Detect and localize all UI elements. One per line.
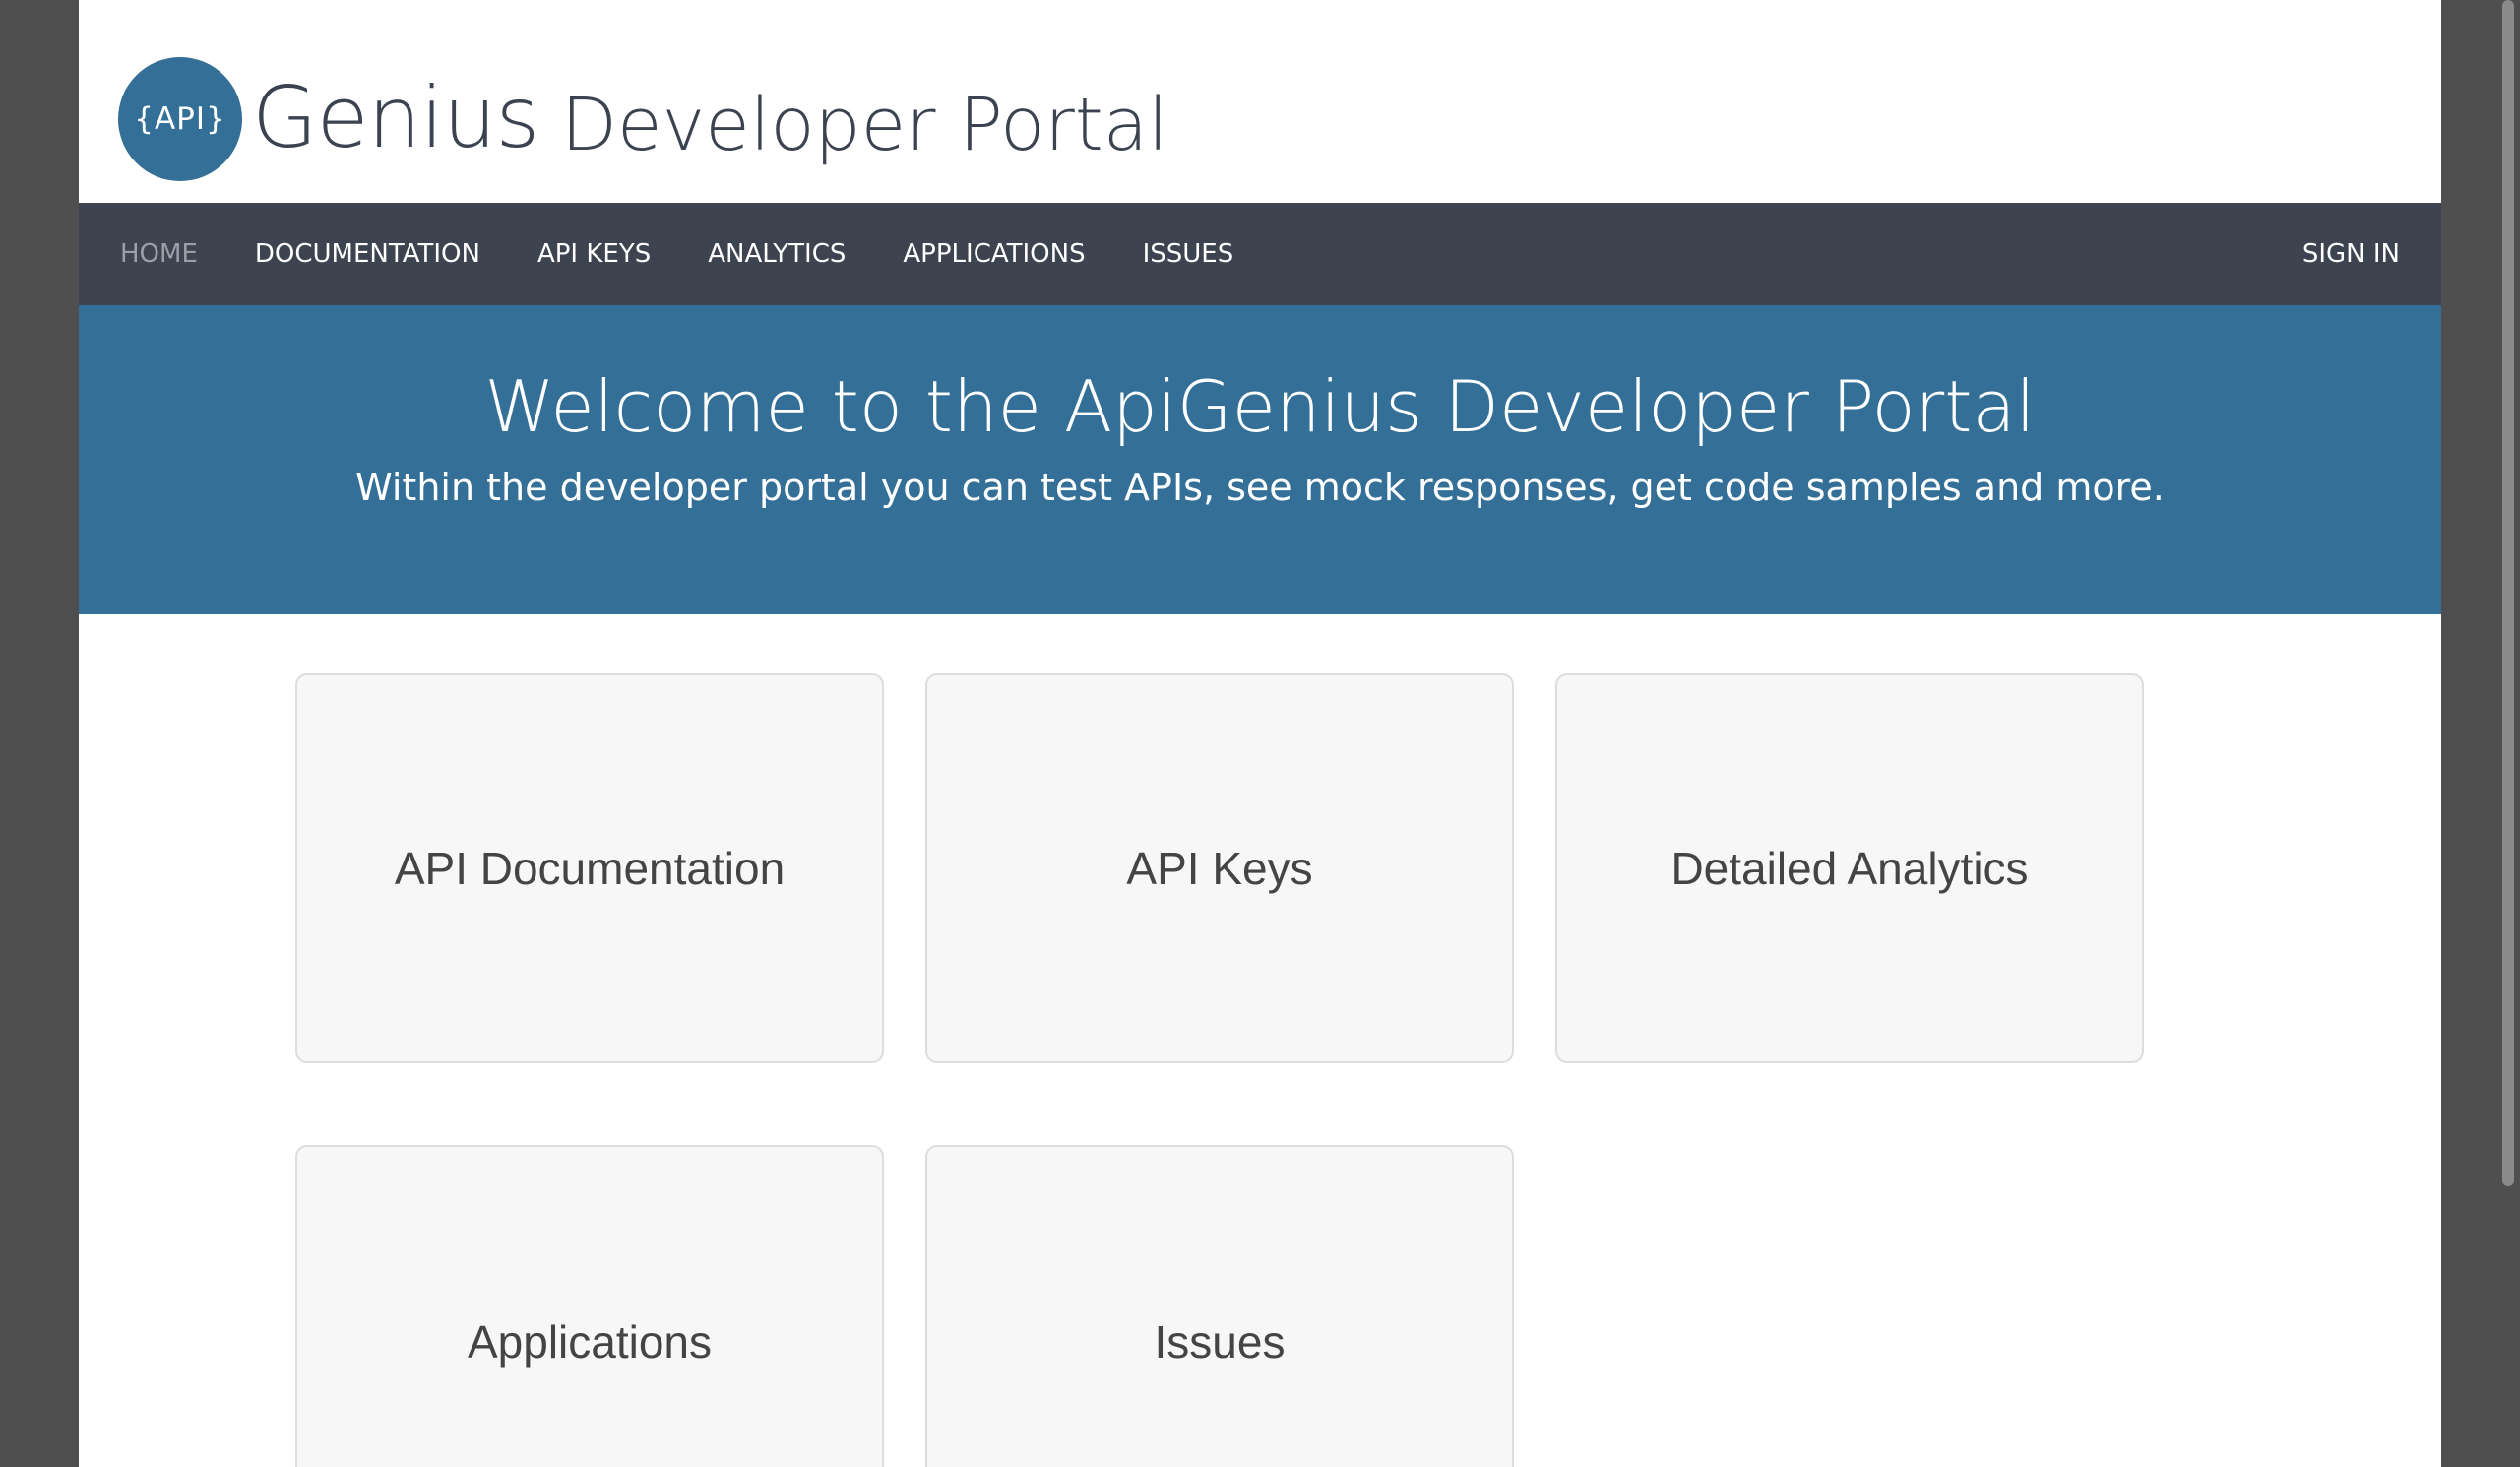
nav-item-analytics[interactable]: ANALYTICS xyxy=(708,239,846,269)
sign-in-link[interactable]: SIGN IN xyxy=(2302,203,2400,305)
tile-api-keys[interactable]: API Keys xyxy=(925,673,1514,1063)
tile-applications[interactable]: Applications xyxy=(295,1145,884,1467)
tile-issues[interactable]: Issues xyxy=(925,1145,1514,1467)
logo-text: {API} xyxy=(134,101,226,137)
nav-list: HOME DOCUMENTATION API KEYS ANALYTICS AP… xyxy=(79,203,1291,305)
nav-item-api-keys[interactable]: API KEYS xyxy=(537,239,651,269)
portal-title: Developer Portal xyxy=(561,83,1168,167)
scrollbar-thumb[interactable] xyxy=(2502,0,2514,1186)
tile-label: API Documentation xyxy=(394,843,786,894)
tile-detailed-analytics[interactable]: Detailed Analytics xyxy=(1555,673,2144,1063)
nav-item-home[interactable]: HOME xyxy=(120,239,198,269)
page: {API} Genius Developer Portal HOME DOCUM… xyxy=(79,0,2441,1467)
tile-label: Detailed Analytics xyxy=(1670,843,2029,894)
tile-label: API Keys xyxy=(1126,843,1313,894)
nav-item-issues[interactable]: ISSUES xyxy=(1143,239,1234,269)
api-logo-icon[interactable]: {API} xyxy=(118,57,242,181)
logo-wordmark[interactable]: Genius xyxy=(252,69,539,167)
site-header: {API} Genius Developer Portal xyxy=(79,0,2441,203)
tile-api-documentation[interactable]: API Documentation xyxy=(295,673,884,1063)
nav-item-documentation[interactable]: DOCUMENTATION xyxy=(255,239,480,269)
hero-banner: Welcome to the ApiGenius Developer Porta… xyxy=(79,305,2441,614)
scrollbar-track[interactable] xyxy=(2441,0,2520,1467)
main-nav: HOME DOCUMENTATION API KEYS ANALYTICS AP… xyxy=(79,203,2441,305)
nav-item-applications[interactable]: APPLICATIONS xyxy=(903,239,1085,269)
tile-label: Applications xyxy=(467,1316,713,1368)
tile-label: Issues xyxy=(1154,1316,1286,1368)
hero-subtitle: Within the developer portal you can test… xyxy=(355,466,2165,509)
hero-title: Welcome to the ApiGenius Developer Porta… xyxy=(484,365,2036,448)
